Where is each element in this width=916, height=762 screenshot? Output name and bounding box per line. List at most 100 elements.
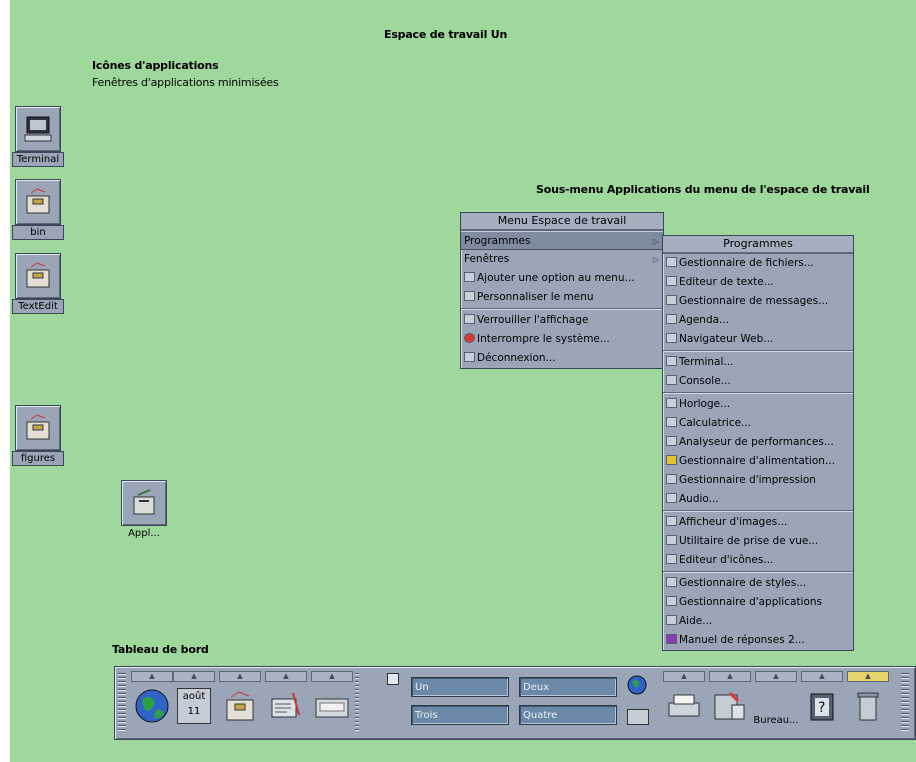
workspace-button-quatre[interactable]: Quatre xyxy=(519,705,617,725)
terminal-icon xyxy=(666,356,677,366)
text-editor-icon xyxy=(265,686,307,726)
folder-icon xyxy=(15,405,61,451)
style-manager-icon xyxy=(666,577,677,587)
desktop-icon-label: figures xyxy=(12,451,64,466)
menu-item-app-manager[interactable]: Gestionnaire d'applications xyxy=(663,593,853,612)
text-editor-icon xyxy=(666,276,677,286)
menu-item-text-editor[interactable]: Editeur de texte... xyxy=(663,273,853,292)
subpanel-arrow-icon[interactable]: ▲ xyxy=(663,671,705,682)
mail-icon xyxy=(666,295,677,305)
menu-item-calendar[interactable]: Agenda... xyxy=(663,311,853,330)
subpanel-arrow-icon[interactable]: ▲ xyxy=(847,671,889,682)
panel-slot-desk[interactable]: ▲ Bureau... xyxy=(753,671,799,733)
desktop-icon-applications[interactable]: Appl... xyxy=(118,480,170,541)
menu-item-answerbook[interactable]: Manuel de réponses 2... xyxy=(663,631,853,650)
panel-drag-handle-right[interactable] xyxy=(901,671,909,733)
workspace-menu-title: Menu Espace de travail xyxy=(461,213,663,231)
menu-item-mail[interactable]: Gestionnaire de messages... xyxy=(663,292,853,311)
audio-icon xyxy=(666,493,677,503)
panel-slot-editor[interactable]: ▲ xyxy=(265,671,307,733)
front-panel: ▲ ▲ août 11 ▲ ▲ ▲ Un Deux Trois Quatre ▲… xyxy=(114,666,916,740)
menu-item-snapshot[interactable]: Utilitaire de prise de vue... xyxy=(663,532,853,551)
panel-slot-help[interactable]: ▲ ? xyxy=(801,671,843,733)
menu-item-console[interactable]: Console... xyxy=(663,372,853,391)
panel-slot-calendar[interactable]: ▲ août 11 xyxy=(173,671,215,733)
menu-item-clock[interactable]: Horloge... xyxy=(663,395,853,414)
panel-slot-trash[interactable]: ▲ xyxy=(847,671,889,733)
panel-slot-printer[interactable]: ▲ xyxy=(663,671,705,733)
desktop-icon-figures[interactable]: figures xyxy=(12,405,64,466)
subpanel-arrow-icon[interactable]: ▲ xyxy=(173,671,215,682)
menu-item-logout[interactable]: Déconnexion... xyxy=(461,349,663,368)
menu-separator xyxy=(663,510,853,512)
menu-item-help[interactable]: Aide... xyxy=(663,612,853,631)
menu-item-icon-editor[interactable]: Editeur d'icônes... xyxy=(663,551,853,570)
menu-item-label: Verrouiller l'affichage xyxy=(477,314,589,326)
panel-drag-handle[interactable] xyxy=(118,671,126,733)
desk-label: Bureau... xyxy=(753,715,799,726)
desktop-icon-terminal[interactable]: Terminal xyxy=(12,106,64,167)
menu-item-label: Personnaliser le menu xyxy=(477,291,594,303)
subpanel-arrow-icon[interactable]: ▲ xyxy=(755,671,797,682)
subpanel-arrow-icon[interactable]: ▲ xyxy=(709,671,751,682)
menu-item-file-manager[interactable]: Gestionnaire de fichiers... xyxy=(663,254,853,273)
menu-item-perf-meter[interactable]: Analyseur de performances... xyxy=(663,433,853,452)
desktop-icon-bin[interactable]: bin xyxy=(12,179,64,240)
application-manager-icon xyxy=(121,480,167,526)
menu-item-lock-screen[interactable]: Verrouiller l'affichage xyxy=(461,311,663,330)
panel-slot-mail[interactable]: ▲ xyxy=(311,671,353,733)
minimized-windows-caption: Fenêtres d'applications minimisées xyxy=(92,76,279,89)
menu-item-style-manager[interactable]: Gestionnaire de styles... xyxy=(663,574,853,593)
terminal-icon xyxy=(15,106,61,152)
workspace-button-deux[interactable]: Deux xyxy=(519,677,617,697)
menu-item-terminal[interactable]: Terminal... xyxy=(663,353,853,372)
subpanel-arrow-icon[interactable]: ▲ xyxy=(131,671,173,682)
trash-icon xyxy=(847,686,889,726)
panel-slot-files[interactable]: ▲ xyxy=(219,671,261,733)
menu-item-label: Déconnexion... xyxy=(477,352,556,364)
globe-icon xyxy=(131,686,173,726)
programs-submenu-title: Programmes xyxy=(663,236,853,254)
folder-icon xyxy=(15,253,61,299)
workspace-button-un[interactable]: Un xyxy=(411,677,509,697)
submenu-arrow-icon: ▷ xyxy=(652,237,659,246)
desktop-icon-textedit[interactable]: TextEdit xyxy=(12,253,64,314)
calculator-icon xyxy=(666,417,677,427)
file-manager-icon xyxy=(666,257,677,267)
subpanel-arrow-icon[interactable]: ▲ xyxy=(801,671,843,682)
image-viewer-icon xyxy=(666,516,677,526)
performance-meter-icon xyxy=(666,436,677,446)
lock-screen-button[interactable] xyxy=(387,673,399,685)
menu-item-suspend[interactable]: Interrompre le système... xyxy=(461,330,663,349)
menu-item-programmes[interactable]: Programmes ▷ xyxy=(461,231,663,250)
workspace-button-trois[interactable]: Trois xyxy=(411,705,509,725)
style-manager-icon xyxy=(709,686,751,726)
add-menu-icon xyxy=(464,272,475,282)
menu-item-print-manager[interactable]: Gestionnaire d'impression xyxy=(663,471,853,490)
workspace-menu: Menu Espace de travail Programmes ▷ Fenêt… xyxy=(460,212,664,369)
subpanel-arrow-icon[interactable]: ▲ xyxy=(311,671,353,682)
menu-item-customize-menu[interactable]: Personnaliser le menu xyxy=(461,288,663,307)
menu-separator xyxy=(461,308,663,310)
menu-item-fenetres[interactable]: Fenêtres ▷ xyxy=(461,250,663,269)
menu-item-audio[interactable]: Audio... xyxy=(663,490,853,509)
menu-item-add-option[interactable]: Ajouter une option au menu... xyxy=(461,269,663,288)
svg-text:?: ? xyxy=(818,700,825,716)
desktop-icon-label: TextEdit xyxy=(12,299,64,314)
desktop-icon-label: Appl... xyxy=(118,526,170,541)
subpanel-arrow-icon[interactable]: ▲ xyxy=(265,671,307,682)
workspace-title-caption: Espace de travail Un xyxy=(384,28,508,41)
menu-item-power-manager[interactable]: Gestionnaire d'alimentation... xyxy=(663,452,853,471)
menu-item-image-viewer[interactable]: Afficheur d'images... xyxy=(663,513,853,532)
help-icon xyxy=(666,615,677,625)
menu-item-web-browser[interactable]: Navigateur Web... xyxy=(663,330,853,349)
browser-globe-icon[interactable] xyxy=(627,675,647,698)
panel-slot-style-manager[interactable]: ▲ xyxy=(709,671,751,733)
menu-item-calculator[interactable]: Calculatrice... xyxy=(663,414,853,433)
calendar-month: août xyxy=(182,691,206,702)
desktop-icon-label: Terminal xyxy=(12,152,64,167)
help-manager-icon: ? xyxy=(801,686,843,726)
subpanel-arrow-icon[interactable]: ▲ xyxy=(219,671,261,682)
web-browser-icon xyxy=(666,333,677,343)
panel-slot-globe[interactable]: ▲ xyxy=(131,671,173,733)
